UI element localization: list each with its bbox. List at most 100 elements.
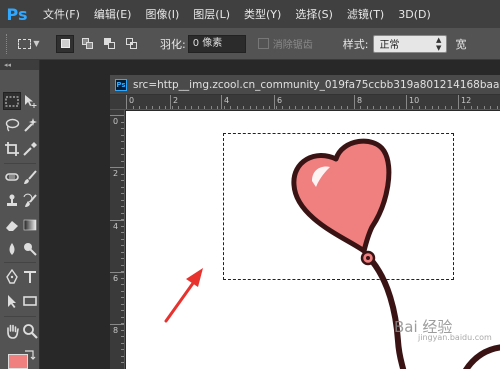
ruler-minor-tick xyxy=(308,106,309,109)
ruler-tick xyxy=(170,95,171,109)
ruler-minor-tick xyxy=(276,106,277,109)
tools-panel-collapse[interactable]: ◂◂ xyxy=(0,60,39,70)
ruler-minor-tick xyxy=(146,106,147,109)
menu-file[interactable]: 文件(F) xyxy=(43,6,80,22)
ruler-minor-tick xyxy=(412,106,413,109)
subtract-selection-icon xyxy=(103,38,115,49)
ruler-minor-tick xyxy=(139,106,140,109)
photoshop-window: Ps 文件(F) 编辑(E) 图像(I) 图层(L) 类型(Y) 选择(S) 滤… xyxy=(0,0,500,369)
ruler-minor-tick xyxy=(490,106,491,109)
menu-type[interactable]: 类型(Y) xyxy=(244,6,281,22)
add-to-selection-button[interactable] xyxy=(78,35,96,53)
ruler-number: 0 xyxy=(129,96,135,105)
foreground-color-swatch[interactable] xyxy=(8,354,28,369)
lasso-icon[interactable] xyxy=(3,116,21,134)
photoshop-logo: Ps xyxy=(6,4,28,24)
move-icon[interactable] xyxy=(21,92,39,110)
menu-3d[interactable]: 3D(D) xyxy=(398,8,431,21)
menu-select[interactable]: 选择(S) xyxy=(295,6,333,22)
ruler-minor-tick xyxy=(211,106,212,109)
ruler-number: 0 xyxy=(113,117,119,126)
ruler-minor-tick xyxy=(172,106,173,109)
ruler-minor-tick xyxy=(126,106,127,109)
brush-icon[interactable] xyxy=(21,168,39,186)
vertical-ruler[interactable]: 0 2 4 6 8 xyxy=(110,110,125,369)
ruler-minor-tick xyxy=(419,106,420,109)
menu-filter[interactable]: 滤镜(T) xyxy=(347,6,384,22)
magic-wand-icon[interactable] xyxy=(21,116,39,134)
ruler-minor-tick xyxy=(386,106,387,109)
horizontal-ruler[interactable]: 0 2 4 6 8 10 12 xyxy=(110,95,500,110)
subtract-from-selection-button[interactable] xyxy=(100,35,118,53)
updown-icon: ▲ ▼ xyxy=(436,35,442,52)
ruler-minor-tick xyxy=(347,106,348,109)
ruler-number: 8 xyxy=(357,96,363,105)
ruler-minor-tick xyxy=(321,106,322,109)
ruler-minor-tick xyxy=(165,106,166,109)
ruler-number: 4 xyxy=(113,222,119,231)
tool-separator xyxy=(4,262,36,263)
tool-separator xyxy=(4,163,36,164)
ruler-minor-tick xyxy=(425,106,426,109)
blur-icon[interactable] xyxy=(3,240,21,258)
ruler-tick xyxy=(110,324,124,325)
options-bar-grip[interactable] xyxy=(6,33,10,54)
selection-marquee[interactable] xyxy=(223,133,454,280)
second-balloon-edge xyxy=(463,344,500,369)
menu-image[interactable]: 图像(I) xyxy=(145,6,179,22)
zoom-icon[interactable] xyxy=(21,322,39,340)
type-icon[interactable] xyxy=(21,268,39,286)
ruler-tick xyxy=(110,220,124,221)
path-select-icon[interactable] xyxy=(3,292,21,310)
ruler-minor-tick xyxy=(256,106,257,109)
width-label: 宽 xyxy=(455,37,467,51)
hand-icon[interactable] xyxy=(3,322,21,340)
style-select[interactable]: 正常 ▲ ▼ xyxy=(373,34,448,53)
antialias-label: 消除锯齿 xyxy=(272,40,313,51)
ruler-minor-tick xyxy=(432,106,433,109)
tool-preset-picker[interactable]: ▼ xyxy=(16,33,42,55)
ruler-number: 10 xyxy=(409,96,420,105)
tool-separator xyxy=(4,316,36,317)
ruler-minor-tick xyxy=(341,106,342,109)
rectangle-shape-icon[interactable] xyxy=(21,292,39,310)
chevron-down-icon: ▼ xyxy=(33,39,40,48)
eraser-icon[interactable] xyxy=(3,216,21,234)
watermark-sub: jingyan.baidu.com xyxy=(418,333,492,342)
ruler-minor-tick xyxy=(198,106,199,109)
gradient-icon[interactable] xyxy=(21,216,39,234)
canvas[interactable]: Bai 经验 jingyan.baidu.com xyxy=(126,111,500,369)
style-value: 正常 xyxy=(379,40,400,51)
ruler-minor-tick xyxy=(204,106,205,109)
ruler-minor-tick xyxy=(224,106,225,109)
document-tab[interactable]: Ps src=http__img.zcool.cn_community_019f… xyxy=(110,75,500,95)
menu-edit[interactable]: 编辑(E) xyxy=(94,6,132,22)
document-ps-icon: Ps xyxy=(115,78,127,91)
healing-brush-icon[interactable] xyxy=(3,168,21,186)
history-brush-icon[interactable] xyxy=(21,192,39,210)
ruler-number: 2 xyxy=(113,169,119,178)
eyedropper-icon[interactable] xyxy=(21,140,39,158)
ruler-minor-tick xyxy=(133,106,134,109)
tools-panel: ◂◂ xyxy=(0,60,40,369)
dodge-icon[interactable] xyxy=(21,240,39,258)
pen-icon[interactable] xyxy=(3,268,21,286)
new-selection-button[interactable] xyxy=(56,34,74,53)
ruler-minor-tick xyxy=(451,106,452,109)
rect-marquee-icon xyxy=(18,38,32,49)
ruler-number: 2 xyxy=(173,96,179,105)
menu-layer[interactable]: 图层(L) xyxy=(193,6,230,22)
ruler-minor-tick xyxy=(230,106,231,109)
intersect-selection-button[interactable] xyxy=(122,35,140,53)
rect-marquee-icon[interactable] xyxy=(3,92,21,110)
ruler-minor-tick xyxy=(302,106,303,109)
ruler-minor-tick xyxy=(380,106,381,109)
feather-input[interactable]: 0 像素 xyxy=(187,34,246,53)
ruler-minor-tick xyxy=(497,106,498,109)
feather-label: 羽化: xyxy=(160,37,186,51)
crop-icon[interactable] xyxy=(3,140,21,158)
ruler-minor-tick xyxy=(477,106,478,109)
ruler-number: 6 xyxy=(113,274,119,283)
clone-stamp-icon[interactable] xyxy=(3,192,21,210)
antialias-checkbox[interactable] xyxy=(257,38,269,49)
